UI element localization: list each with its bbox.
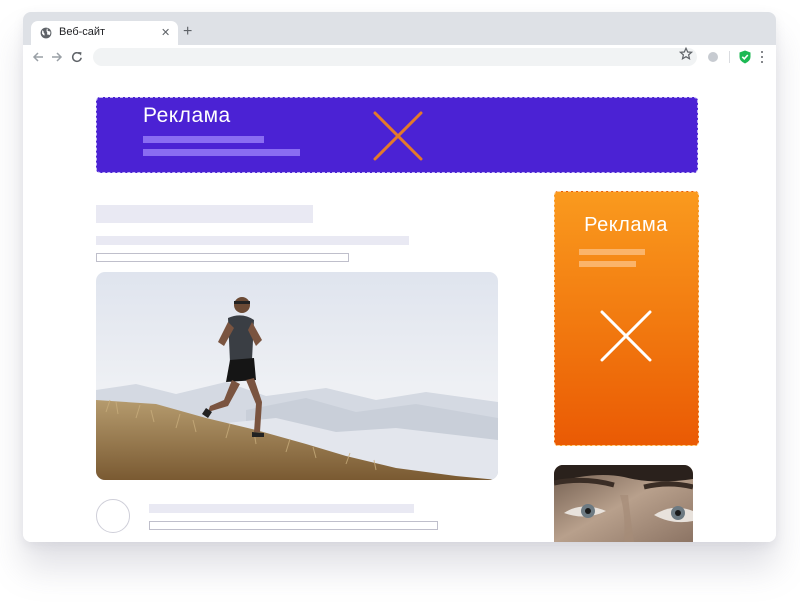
thumbnail-image (554, 465, 693, 542)
new-tab-button[interactable]: + (183, 24, 192, 40)
man-eyes-closeup-photo (554, 465, 693, 542)
close-x-icon[interactable] (599, 309, 653, 363)
side-ad-title: Реклама (584, 214, 668, 236)
article-text-placeholder (96, 236, 409, 245)
star-icon[interactable] (678, 46, 694, 62)
side-ad-text-line (579, 261, 636, 267)
close-x-icon[interactable] (373, 111, 423, 161)
author-avatar (96, 499, 130, 533)
side-ad-text-line (579, 249, 645, 255)
top-ad-text-line (143, 149, 300, 156)
browser-toolbar (23, 45, 776, 69)
page-content: Реклама Реклама (23, 69, 776, 542)
profile-avatar-icon[interactable] (708, 52, 718, 62)
hero-image (96, 272, 498, 480)
article-text-placeholder-outline (96, 253, 349, 262)
top-ad-title: Реклама (143, 104, 231, 127)
back-arrow-icon[interactable] (31, 50, 45, 64)
tab-title: Веб-сайт (59, 26, 106, 38)
address-bar[interactable] (93, 48, 697, 66)
comment-text-placeholder (149, 504, 414, 513)
side-banner-ad[interactable]: Реклама (554, 191, 699, 446)
tab-website[interactable]: Веб-сайт ✕ (31, 21, 178, 45)
runner-on-mountain-photo (96, 272, 498, 480)
adblock-shield-icon[interactable] (739, 50, 751, 64)
top-ad-text-line (143, 136, 264, 143)
article-title-placeholder (96, 205, 313, 223)
globe-icon (40, 27, 52, 39)
menu-dots-icon[interactable] (760, 51, 764, 63)
comment-text-placeholder-outline (149, 521, 438, 530)
browser-window: Веб-сайт ✕ + Реклама Реклама (23, 12, 776, 542)
toolbar-divider (729, 51, 730, 63)
tab-close-icon[interactable]: ✕ (161, 26, 170, 40)
forward-arrow-icon[interactable] (50, 50, 64, 64)
top-banner-ad[interactable]: Реклама (96, 97, 698, 173)
reload-icon[interactable] (70, 50, 84, 64)
tab-strip: Веб-сайт ✕ + (23, 12, 776, 45)
